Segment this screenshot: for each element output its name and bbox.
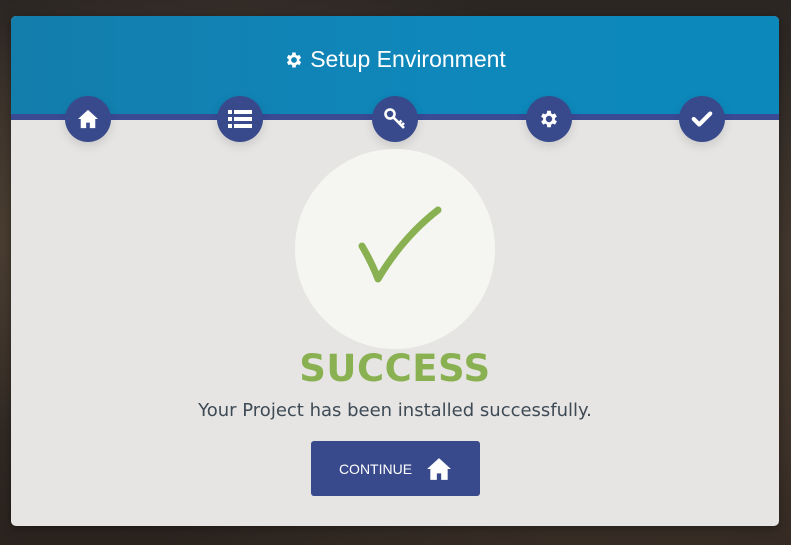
page-title-text: Setup Environment	[310, 46, 506, 72]
success-badge	[295, 149, 495, 349]
gear-icon	[287, 52, 302, 68]
step-settings[interactable]	[526, 96, 572, 142]
key-icon	[384, 108, 405, 129]
checkmark-icon	[358, 206, 442, 283]
step-list[interactable]	[217, 96, 263, 142]
continue-button-label: CONTINUE	[338, 460, 413, 477]
continue-button[interactable]: CONTINUE	[311, 441, 480, 496]
home-icon	[78, 109, 98, 129]
step-complete[interactable]	[679, 96, 725, 142]
step-home[interactable]	[65, 96, 111, 142]
list-icon	[228, 110, 252, 128]
step-key[interactable]	[372, 96, 418, 142]
home-icon	[427, 457, 451, 480]
success-message: Your Project has been installed successf…	[198, 400, 592, 421]
page-title: Setup Environment	[11, 46, 779, 73]
checkmark-icon	[691, 111, 713, 127]
setup-card: Setup Environment SUCCESS Your Project h…	[11, 16, 779, 526]
success-heading: SUCCESS	[299, 347, 491, 390]
gear-icon	[541, 110, 557, 128]
